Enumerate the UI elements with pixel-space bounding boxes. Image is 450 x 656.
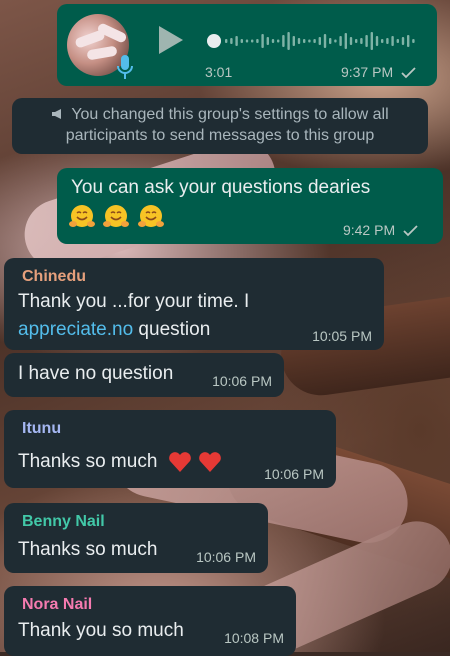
waveform-bar: [225, 39, 228, 43]
waveform-bar: [370, 32, 373, 50]
incoming-message[interactable]: Nora Nail Thank you so much 10:08 PM: [4, 586, 296, 656]
waveform-bar: [277, 39, 280, 43]
message-text: You can ask your questions dearies: [71, 177, 371, 198]
waveform-bar: [230, 38, 233, 44]
waveform-bar: [261, 34, 264, 48]
waveform-bar: [355, 39, 358, 43]
message-text: Thanks so much: [18, 539, 158, 560]
waveform-bar: [412, 39, 415, 43]
incoming-message[interactable]: I have no question 10:06 PM: [4, 353, 284, 397]
waveform-bar: [251, 39, 254, 43]
waveform-bar: [271, 39, 275, 43]
hugging-face-emoji: [69, 205, 95, 227]
sender-name: Nora Nail: [22, 596, 93, 613]
message-text: Thanks so much: [18, 448, 227, 476]
waveform-bar: [297, 38, 301, 44]
sender-name: Benny Nail: [22, 513, 105, 530]
waveform-bar: [396, 39, 399, 43]
waveform-bar: [235, 36, 238, 46]
incoming-message[interactable]: Chinedu Thank you ...for your time. I ap…: [4, 258, 384, 350]
waveform-bar: [282, 35, 285, 47]
waveform-bar: [360, 38, 363, 44]
sender-name: Chinedu: [22, 268, 86, 285]
message-text: Thank you so much: [18, 620, 184, 641]
message-time: 10:06 PM: [212, 373, 272, 389]
message-time: 10:06 PM: [196, 549, 256, 565]
waveform-bar: [391, 36, 394, 46]
double-check-icon: [403, 225, 418, 237]
outgoing-message[interactable]: You can ask your questions dearies 9:42 …: [57, 168, 443, 244]
emoji-row: [69, 204, 168, 230]
message-time: 9:37 PM: [341, 64, 417, 80]
waveform-bar: [287, 32, 290, 50]
waveform-bar: [386, 38, 389, 44]
waveform-bar: [401, 37, 405, 45]
incoming-message[interactable]: Benny Nail Thanks so much 10:06 PM: [4, 503, 268, 573]
waveform-bar: [308, 39, 311, 43]
waveform-bar: [375, 36, 379, 46]
microphone-icon: [117, 55, 133, 79]
waveform-bar: [365, 35, 368, 47]
message-time: 9:42 PM: [343, 222, 419, 238]
voice-note-bubble[interactable]: 3:01 9:37 PM: [57, 4, 437, 86]
hugging-face-emoji: [137, 205, 164, 227]
message-text: Thank you ...for your time. I appreciate…: [18, 291, 250, 340]
waveform-bar: [313, 39, 316, 43]
waveform-bar: [323, 34, 327, 48]
red-heart-emoji: [198, 452, 221, 472]
waveform-bar: [245, 39, 249, 43]
waveform-bar: [303, 39, 306, 43]
sender-name: Itunu: [22, 420, 62, 437]
message-time: 10:06 PM: [264, 466, 324, 482]
message-time: 10:08 PM: [224, 630, 284, 646]
waveform-bar: [407, 35, 410, 47]
voice-duration: 3:01: [205, 64, 233, 80]
red-heart-emoji: [168, 452, 191, 472]
waveform-bar: [292, 36, 295, 46]
waveform-bar: [344, 33, 347, 49]
message-time: 10:05 PM: [312, 328, 372, 344]
hugging-face-emoji: [103, 205, 130, 227]
play-icon[interactable]: [155, 24, 185, 56]
message-link[interactable]: appreciate.no: [18, 319, 133, 340]
waveform-bar: [256, 39, 259, 43]
waveform-bar: [240, 39, 243, 43]
waveform-bar: [318, 37, 321, 45]
waveform-bar: [334, 39, 337, 43]
waveform-bar: [381, 39, 384, 43]
system-message: You changed this group's settings to all…: [12, 98, 428, 154]
waveform-bar: [339, 36, 342, 46]
double-check-icon: [401, 67, 416, 79]
megaphone-icon: [52, 109, 62, 119]
waveform-bar: [266, 37, 269, 45]
incoming-message[interactable]: Itunu Thanks so much 10:06 PM: [4, 410, 336, 488]
message-text: I have no question: [18, 363, 174, 384]
waveform-bar: [349, 37, 353, 45]
waveform-bar: [329, 38, 332, 44]
voice-waveform[interactable]: [207, 26, 421, 56]
